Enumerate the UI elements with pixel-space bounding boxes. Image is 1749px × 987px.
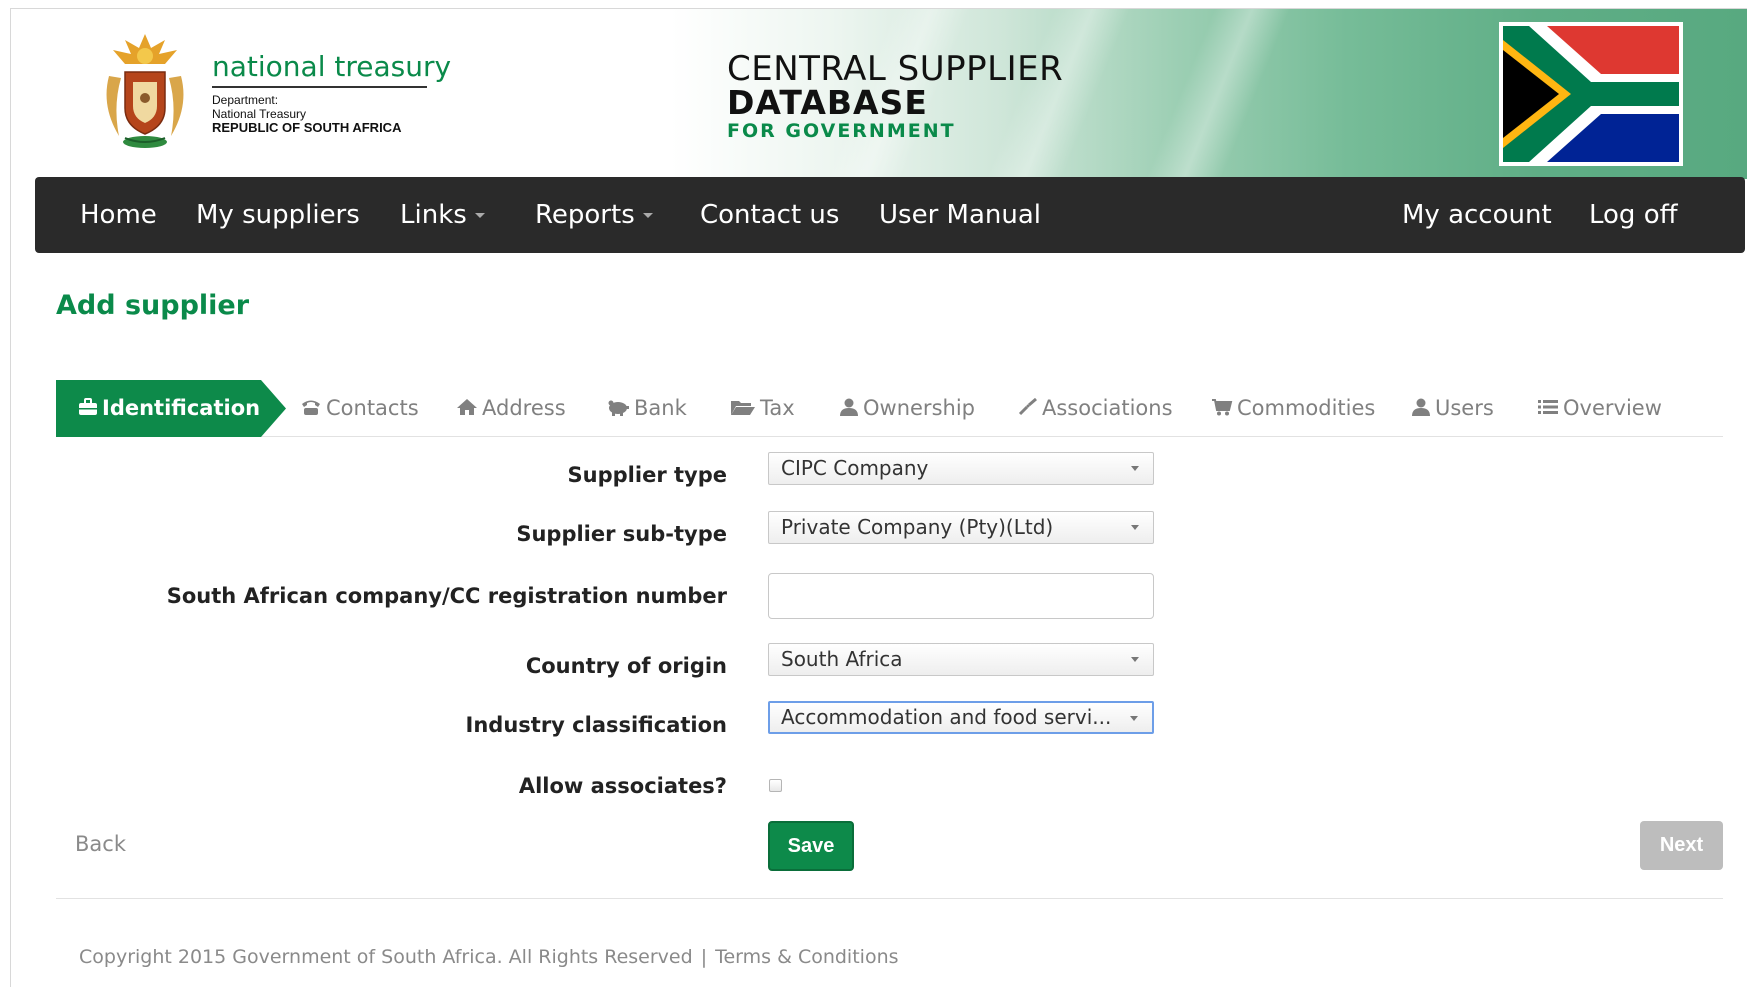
treasury-logo-text: national treasury Department: National T…: [212, 52, 451, 135]
supplier-subtype-label: Supplier sub-type: [516, 522, 727, 546]
nav-contact-us-label: Contact us: [700, 200, 840, 230]
nav-log-off-label: Log off: [1589, 200, 1678, 230]
system-title-line1: CENTRAL SUPPLIER: [727, 49, 1064, 89]
nav-user-manual[interactable]: User Manual: [879, 177, 1041, 253]
tab-address[interactable]: Address: [456, 380, 566, 437]
system-title-line2: DATABASE: [727, 83, 928, 122]
system-title: CENTRAL SUPPLIER DATABASE FOR GOVERNMENT: [727, 51, 1063, 143]
country-of-origin-label: Country of origin: [525, 654, 727, 678]
phone-icon: [302, 400, 320, 415]
footer: Copyright 2015 Government of South Afric…: [79, 946, 899, 968]
nav-contact-us[interactable]: Contact us: [700, 177, 839, 253]
dropdown-arrow-icon: [1130, 716, 1138, 721]
dropdown-arrow-icon: [1131, 525, 1139, 530]
tab-bank-label: Bank: [634, 396, 687, 420]
tab-tax[interactable]: Tax: [730, 380, 795, 437]
cart-icon: [1212, 398, 1233, 415]
list-icon: [1538, 399, 1558, 414]
tab-overview[interactable]: Overview: [1537, 380, 1662, 437]
tab-contacts[interactable]: Contacts: [300, 380, 419, 437]
nav-user-manual-label: User Manual: [879, 200, 1042, 230]
nav-links[interactable]: Links: [400, 177, 485, 253]
org-line-department: Department:: [212, 93, 279, 107]
nav-home[interactable]: Home: [80, 177, 157, 253]
country-of-origin-value: South Africa: [781, 647, 903, 671]
folder-open-icon: [731, 400, 755, 415]
copyright-text: Copyright 2015 Government of South Afric…: [79, 946, 693, 968]
nav-reports-label: Reports: [535, 200, 635, 230]
next-button[interactable]: Next: [1640, 821, 1723, 870]
footer-separator: |: [700, 946, 708, 968]
nav-my-suppliers[interactable]: My suppliers: [196, 177, 360, 253]
allow-associates-label: Allow associates?: [518, 774, 727, 798]
back-link[interactable]: Back: [75, 832, 126, 856]
page-title: Add supplier: [56, 290, 250, 321]
tab-bank[interactable]: Bank: [606, 380, 687, 437]
piggy-bank-icon: [608, 400, 629, 416]
tab-commodities-label: Commodities: [1237, 396, 1376, 420]
dropdown-arrow-icon: [1131, 466, 1139, 471]
tab-users[interactable]: Users: [1411, 380, 1494, 437]
industry-classification-select[interactable]: Accommodation and food servi...: [768, 701, 1154, 734]
tab-ownership-label: Ownership: [863, 396, 975, 420]
user-icon: [840, 398, 858, 416]
caret-down-icon: [642, 213, 653, 218]
terms-link[interactable]: Terms & Conditions: [715, 946, 898, 968]
supplier-type-value: CIPC Company: [781, 456, 929, 480]
system-title-line3: FOR GOVERNMENT: [727, 120, 956, 142]
nav-log-off[interactable]: Log off: [1589, 177, 1678, 253]
supplier-subtype-select[interactable]: Private Company (Pty)(Ltd): [768, 511, 1154, 544]
supplier-type-label: Supplier type: [567, 463, 727, 487]
supplier-subtype-value: Private Company (Pty)(Ltd): [781, 515, 1054, 539]
caret-down-icon: [474, 213, 485, 218]
south-africa-flag-icon: [1499, 22, 1683, 166]
tab-commodities[interactable]: Commodities: [1211, 380, 1375, 437]
tab-address-label: Address: [482, 396, 566, 420]
home-icon: [457, 398, 477, 415]
tab-users-label: Users: [1435, 396, 1494, 420]
org-line-country: REPUBLIC OF SOUTH AFRICA: [212, 120, 402, 135]
allow-associates-checkbox[interactable]: [769, 779, 782, 792]
registration-number-input[interactable]: [768, 573, 1154, 619]
tab-identification-label: Identification: [102, 396, 261, 420]
footer-divider: [56, 898, 1723, 899]
nav-links-label: Links: [400, 200, 467, 230]
coat-of-arms-logo: [106, 34, 184, 148]
tab-overview-label: Overview: [1563, 396, 1662, 420]
tab-associations[interactable]: Associations: [1018, 380, 1173, 437]
user-icon: [1412, 398, 1430, 416]
briefcase-icon: [79, 398, 97, 415]
org-title: national treasury: [212, 50, 452, 83]
nav-my-account[interactable]: My account: [1402, 177, 1552, 253]
tab-contacts-label: Contacts: [326, 396, 419, 420]
org-line-treasury: National Treasury: [212, 107, 307, 121]
dropdown-arrow-icon: [1131, 657, 1139, 662]
industry-classification-value: Accommodation and food servi...: [781, 705, 1112, 729]
nav-my-suppliers-label: My suppliers: [196, 200, 360, 230]
tab-associations-label: Associations: [1042, 396, 1173, 420]
nav-home-label: Home: [80, 200, 157, 230]
tab-identification[interactable]: Identification: [56, 380, 286, 437]
main-navbar: Home My suppliers Links Reports Contact …: [35, 177, 1745, 253]
link-icon: [1018, 397, 1037, 415]
supplier-type-select[interactable]: CIPC Company: [768, 452, 1154, 485]
industry-classification-label: Industry classification: [465, 713, 727, 737]
registration-number-label: South African company/CC registration nu…: [166, 584, 727, 608]
nav-my-account-label: My account: [1402, 200, 1552, 230]
nav-reports[interactable]: Reports: [535, 177, 653, 253]
tab-tax-label: Tax: [760, 396, 795, 420]
tab-ownership[interactable]: Ownership: [839, 380, 975, 437]
country-of-origin-select[interactable]: South Africa: [768, 643, 1154, 676]
save-button[interactable]: Save: [768, 821, 854, 871]
